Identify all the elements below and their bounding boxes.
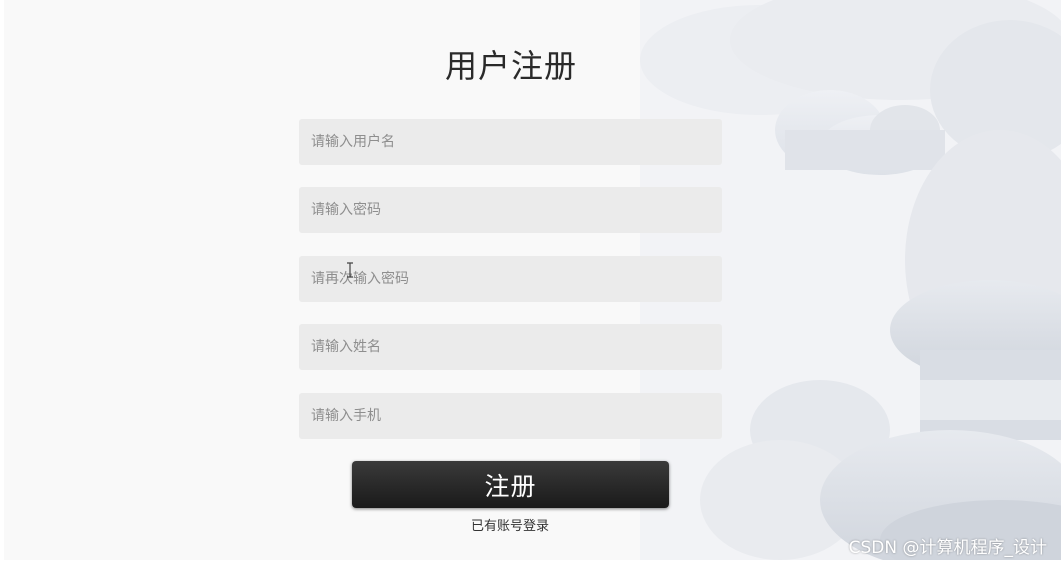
phone-input[interactable] (299, 393, 722, 439)
login-link[interactable]: 已有账号登录 (430, 518, 590, 536)
text-cursor-icon (347, 262, 353, 278)
watermark: CSDN @计算机程序_设计 (848, 538, 1047, 558)
username-input[interactable] (299, 119, 722, 165)
page-title: 用户注册 (444, 47, 577, 85)
name-input[interactable] (299, 324, 722, 370)
password-input[interactable] (299, 187, 722, 233)
register-panel: 用户注册 注册 已有账号登录 (0, 0, 1061, 564)
register-button[interactable]: 注册 (352, 461, 669, 508)
confirm-password-input[interactable] (299, 256, 722, 302)
